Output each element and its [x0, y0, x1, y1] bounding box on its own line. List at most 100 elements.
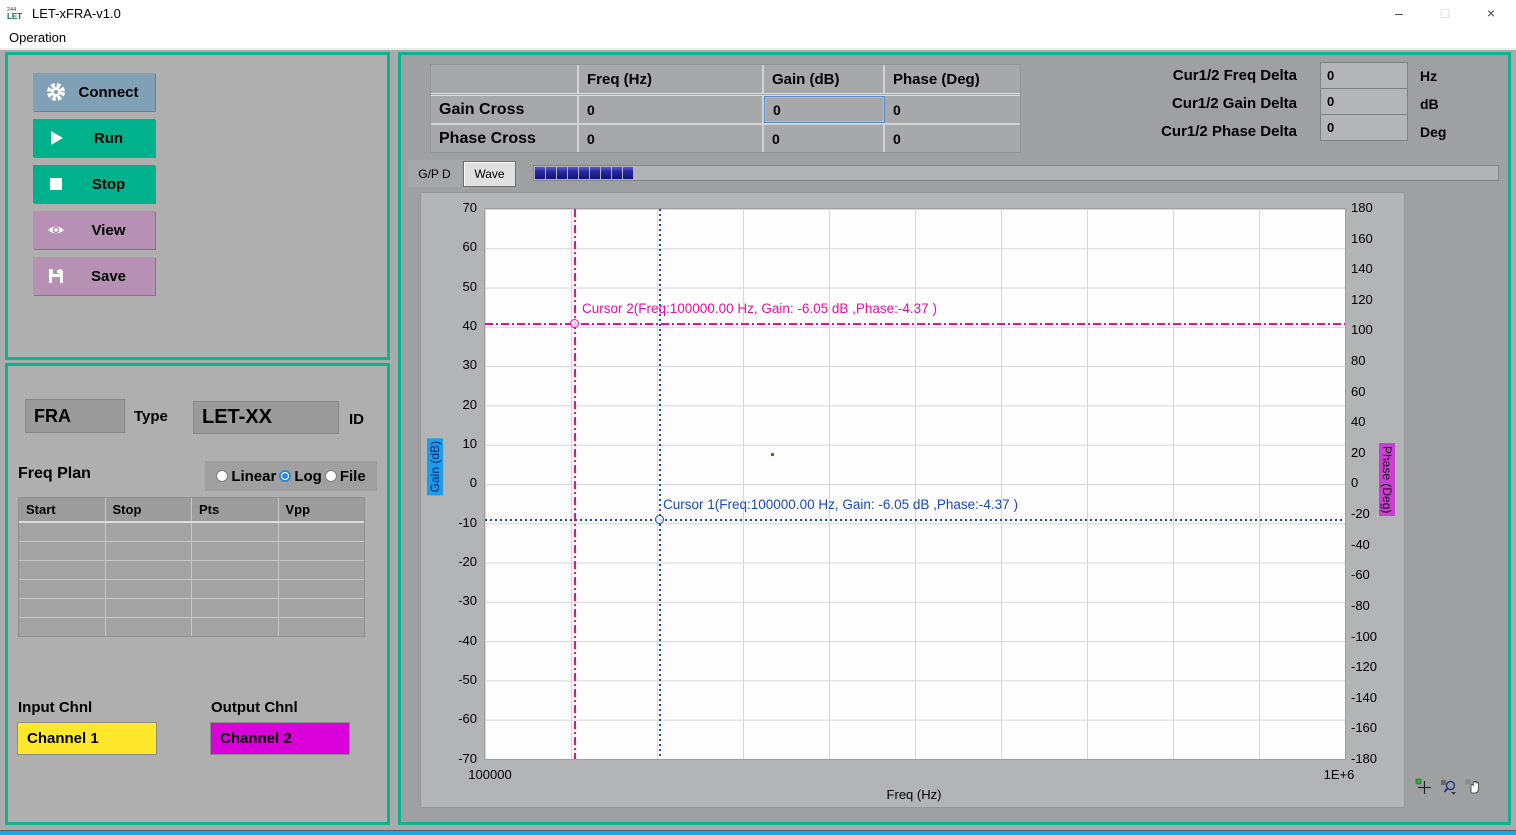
- cross-col-gain: Gain (dB): [764, 65, 885, 93]
- radio-icon: [279, 470, 291, 482]
- freq-plan-cell[interactable]: [279, 599, 365, 617]
- cursor1-marker[interactable]: [655, 515, 664, 524]
- freq-plan-header: Start Stop Pts Vpp: [19, 498, 364, 523]
- phase-cross-freq[interactable]: 0: [579, 125, 764, 152]
- gain-cross-phase[interactable]: 0: [885, 96, 1020, 123]
- cross-col-phase: Phase (Deg): [885, 65, 1020, 93]
- close-button[interactable]: ×: [1468, 0, 1514, 26]
- id-label: ID: [349, 411, 364, 428]
- gain-delta-unit: dB: [1420, 90, 1446, 118]
- maximize-button[interactable]: □: [1422, 0, 1468, 26]
- cursor2-vline[interactable]: [574, 209, 576, 759]
- input-channel-value[interactable]: Channel 1: [17, 722, 157, 755]
- freq-plan-col-vpp: Vpp: [279, 498, 365, 521]
- plot-area[interactable]: Cursor 2(Freq:100000.00 Hz, Gain: -6.05 …: [484, 208, 1346, 760]
- freq-plan-cell[interactable]: [19, 618, 106, 636]
- measurement-panel: Freq (Hz) Gain (dB) Phase (Deg) Gain Cro…: [398, 52, 1511, 825]
- progress-segment: [612, 167, 622, 179]
- progress-segment: [590, 167, 600, 179]
- cursor2-marker[interactable]: [570, 319, 579, 328]
- pan-tool-icon[interactable]: [1465, 778, 1483, 796]
- save-button[interactable]: Save: [33, 257, 155, 295]
- minimize-button[interactable]: –: [1376, 0, 1422, 26]
- freq-plan-cell[interactable]: [19, 580, 106, 598]
- phase-cross-row: Phase Cross 0 0 0: [431, 125, 1020, 152]
- phase-delta-label: Cur1/2 Phase Delta: [1097, 118, 1297, 146]
- cursor1-vline[interactable]: [659, 209, 661, 759]
- cursor-tool-icon[interactable]: [1415, 778, 1433, 796]
- freq-plan-cell[interactable]: [192, 618, 279, 636]
- freq-plan-cell[interactable]: [192, 561, 279, 579]
- freq-plan-cell[interactable]: [279, 523, 365, 541]
- freq-plan-col-stop: Stop: [106, 498, 193, 521]
- freq-plan-cell[interactable]: [279, 618, 365, 636]
- freq-plan-cell[interactable]: [192, 542, 279, 560]
- freq-plan-cell[interactable]: [106, 561, 193, 579]
- gain-cross-row: Gain Cross 0 0 0: [431, 96, 1020, 125]
- freq-plan-cell[interactable]: [192, 580, 279, 598]
- run-button[interactable]: Run: [33, 119, 155, 157]
- cross-col-blank: [431, 65, 579, 93]
- eye-icon: [46, 220, 66, 240]
- svg-text:LET: LET: [7, 12, 22, 21]
- freq-plan-table: Start Stop Pts Vpp: [18, 497, 365, 637]
- freq-plan-cell[interactable]: [279, 561, 365, 579]
- stop-button[interactable]: Stop: [33, 165, 155, 203]
- setup-panel: FRA Type LET-XX ID Freq Plan LinearLogFi…: [5, 363, 390, 825]
- freq-plan-cell[interactable]: [279, 542, 365, 560]
- radio-log[interactable]: Log: [278, 468, 323, 485]
- save-icon: [46, 266, 66, 286]
- progress-bar: [533, 165, 1499, 181]
- phase-cross-phase[interactable]: 0: [885, 125, 1020, 152]
- window-title: LET-xFRA-v1.0: [32, 6, 121, 21]
- phase-delta-unit: Deg: [1420, 118, 1446, 146]
- freq-plan-cell[interactable]: [106, 599, 193, 617]
- cursor-delta-fields: 0 0 0: [1320, 62, 1408, 141]
- freq-plan-cell[interactable]: [19, 561, 106, 579]
- cursor1-hline[interactable]: [485, 519, 1345, 521]
- freq-plan-row: [19, 523, 364, 542]
- freq-plan-cell[interactable]: [19, 523, 106, 541]
- window-bottom-border: [0, 831, 1516, 835]
- freq-plan-row: [19, 599, 364, 618]
- freq-plan-cell[interactable]: [106, 618, 193, 636]
- progress-segment: [546, 167, 556, 179]
- title-bar: 244 LET LET-xFRA-v1.0 – □ ×: [0, 0, 1516, 26]
- menu-operation[interactable]: Operation: [0, 30, 75, 45]
- phase-cross-gain[interactable]: 0: [764, 125, 885, 152]
- radio-file[interactable]: File: [324, 468, 367, 485]
- connect-button[interactable]: Connect: [33, 73, 155, 111]
- gain-cross-gain[interactable]: 0: [764, 96, 885, 123]
- freq-plan-cell[interactable]: [106, 542, 193, 560]
- freq-plan-cell[interactable]: [192, 599, 279, 617]
- id-field[interactable]: LET-XX: [193, 401, 339, 434]
- freq-plan-body: [19, 523, 364, 636]
- gain-delta-field[interactable]: 0: [1320, 88, 1408, 115]
- cursor2-hline[interactable]: [485, 323, 1345, 325]
- freq-plan-cell[interactable]: [19, 599, 106, 617]
- radio-icon: [325, 470, 337, 482]
- freq-plan-cell[interactable]: [19, 542, 106, 560]
- progress-segment: [623, 167, 633, 179]
- freq-plan-cell[interactable]: [106, 523, 193, 541]
- gain-cross-freq[interactable]: 0: [579, 96, 764, 123]
- phase-delta-field[interactable]: 0: [1320, 114, 1408, 141]
- output-channel-value[interactable]: Channel 2: [210, 722, 350, 755]
- radio-linear[interactable]: Linear: [215, 468, 277, 485]
- type-field[interactable]: FRA: [25, 399, 125, 433]
- freq-plan-cell[interactable]: [279, 580, 365, 598]
- x-axis-label: Freq (Hz): [484, 787, 1344, 802]
- progress-segment: [579, 167, 589, 179]
- tab-wave[interactable]: Wave: [463, 161, 516, 187]
- view-button[interactable]: View: [33, 211, 155, 249]
- x-tick-min: 100000: [459, 767, 521, 782]
- input-chnl-label: Input Chnl: [18, 699, 92, 716]
- app-logo-icon: 244 LET: [7, 5, 25, 21]
- freq-plan-cell[interactable]: [106, 580, 193, 598]
- freq-delta-field[interactable]: 0: [1320, 62, 1408, 89]
- freq-plan-cell[interactable]: [192, 523, 279, 541]
- connect-button-label: Connect: [66, 84, 151, 101]
- tab-gpd[interactable]: G/P D: [408, 160, 461, 187]
- right-axis-name: Phase (Deg): [1379, 443, 1395, 516]
- zoom-tool-icon[interactable]: [1440, 778, 1458, 796]
